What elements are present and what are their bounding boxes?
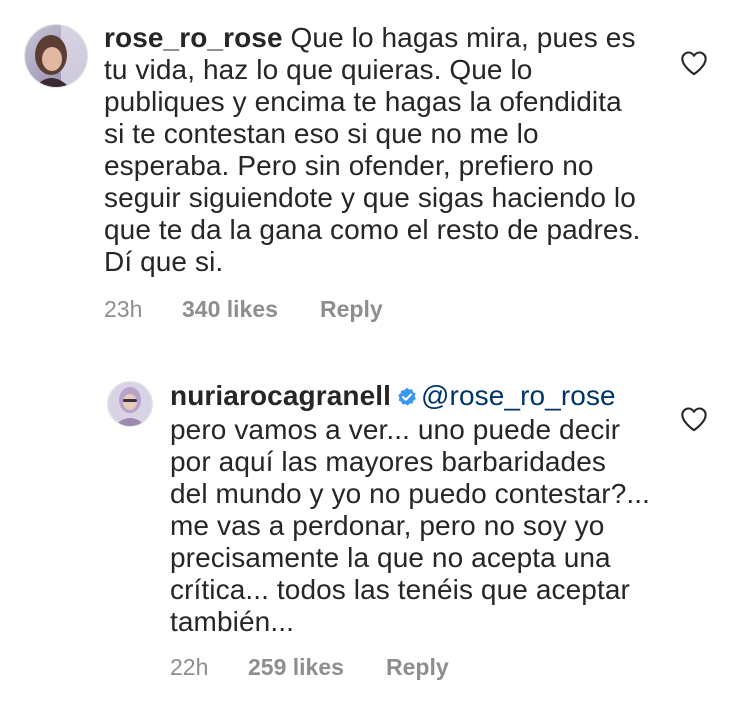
comment-likes-count[interactable]: 340 likes bbox=[182, 296, 320, 323]
comment-time: 23h bbox=[104, 296, 143, 322]
avatar-photo-icon bbox=[25, 25, 87, 87]
comment-likes-count[interactable]: 259 likes bbox=[248, 654, 386, 681]
heart-outline-icon[interactable] bbox=[680, 406, 708, 432]
comment-meta: 23h 340 likes Reply bbox=[104, 296, 383, 323]
verified-badge-icon bbox=[397, 382, 417, 414]
mention-link[interactable]: @rose_ro_rose bbox=[421, 380, 616, 411]
comment-body: rose_ro_rose Que lo hagas mira, pues es … bbox=[104, 22, 644, 278]
comment-username[interactable]: nuriarocagranell bbox=[170, 380, 391, 411]
comment-meta: 22h 259 likes Reply bbox=[170, 654, 449, 681]
heart-outline-icon[interactable] bbox=[680, 50, 708, 76]
avatar[interactable] bbox=[24, 24, 88, 88]
avatar-photo-icon bbox=[108, 382, 152, 426]
avatar[interactable] bbox=[107, 381, 153, 427]
comment-text: pero vamos a ver... uno puede decir por … bbox=[170, 414, 651, 637]
reply-button[interactable]: Reply bbox=[320, 296, 383, 323]
comment-username[interactable]: rose_ro_rose bbox=[104, 22, 283, 53]
comment-body: nuriarocagranell @rose_ro_rose pero vamos… bbox=[170, 380, 650, 638]
comment-text: Que lo hagas mira, pues es tu vida, haz … bbox=[104, 22, 641, 277]
reply-button[interactable]: Reply bbox=[386, 654, 449, 681]
comment-time: 22h bbox=[170, 654, 209, 680]
